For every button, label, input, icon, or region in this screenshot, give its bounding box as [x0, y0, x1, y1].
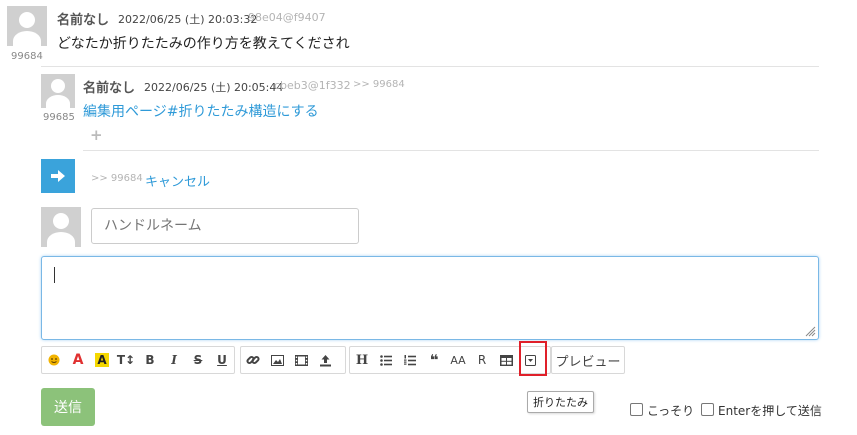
avatar	[41, 207, 81, 247]
avatar	[7, 6, 47, 46]
table-icon	[499, 354, 513, 366]
heading-icon: H	[355, 352, 369, 368]
link-icon	[246, 355, 260, 365]
italic-button[interactable]: I	[162, 347, 186, 373]
ruby-icon: R	[477, 353, 487, 367]
table-button[interactable]	[494, 347, 518, 373]
reply-arrow-button[interactable]	[41, 159, 75, 193]
toolbar-media-group	[240, 346, 346, 374]
aa-button[interactable]: AA	[446, 347, 470, 373]
text-color-icon: A	[72, 352, 84, 368]
enter-send-label: Enterを押して送信	[718, 404, 822, 418]
handle-name-input[interactable]	[91, 208, 359, 244]
reply-body-link[interactable]: 編集用ページ#折りたたみ構造にする	[83, 101, 319, 121]
tooltip: 折りたたみ	[527, 391, 594, 413]
add-icon[interactable]: +	[90, 126, 103, 144]
post-hash: 98e04@f9407	[248, 11, 326, 24]
send-button[interactable]: 送信	[41, 388, 95, 426]
image-button[interactable]	[265, 347, 289, 373]
bullet-list-icon	[380, 354, 392, 366]
upload-button[interactable]	[313, 347, 337, 373]
underline-button[interactable]: U	[210, 347, 234, 373]
checkbox-box[interactable]	[630, 403, 643, 416]
highlight-button[interactable]: A	[90, 347, 114, 373]
film-icon	[294, 354, 308, 366]
enter-send-checkbox[interactable]: Enterを押して送信	[701, 402, 822, 419]
quote-button[interactable]: ❝	[422, 347, 446, 373]
quote-icon: ❝	[429, 351, 439, 369]
divider	[41, 66, 819, 67]
numbered-list-icon	[404, 354, 416, 365]
stealth-label: こっそり	[647, 404, 695, 418]
text-cursor	[54, 267, 55, 283]
video-button[interactable]	[289, 347, 313, 373]
post-number: 99684	[11, 51, 43, 62]
bullet-list-button[interactable]	[374, 347, 398, 373]
resize-handle-icon[interactable]	[805, 326, 816, 337]
preview-button[interactable]: プレビュー	[551, 346, 625, 374]
smile-icon	[48, 354, 60, 366]
checkbox-box[interactable]	[701, 403, 714, 416]
link-button[interactable]	[241, 347, 265, 373]
italic-icon: I	[171, 353, 177, 367]
reply-ref-link[interactable]: >> 99684	[353, 79, 405, 90]
bold-button[interactable]: B	[138, 347, 162, 373]
highlight-icon: A	[95, 353, 109, 367]
post-datetime: 2022/06/25 (土) 20:03:32	[118, 13, 258, 26]
heading-button[interactable]: H	[350, 347, 374, 373]
send-label: 送信	[54, 400, 82, 416]
preview-label: プレビュー	[555, 354, 621, 370]
upload-icon	[319, 354, 331, 366]
text-color-button[interactable]: A	[66, 347, 90, 373]
strikethrough-button[interactable]: S	[186, 347, 210, 373]
reply-datetime: 2022/06/25 (土) 20:05:44	[144, 81, 284, 94]
underline-icon: U	[217, 353, 227, 367]
font-size-button[interactable]: T↕	[114, 347, 138, 373]
emoji-button[interactable]	[42, 347, 66, 373]
post-body: どなたか折りたたみの作り方を教えてくだされ	[57, 36, 350, 52]
comment-textarea[interactable]	[41, 256, 819, 340]
numbered-list-button[interactable]	[398, 347, 422, 373]
avatar	[41, 74, 75, 108]
fold-button-highlight	[519, 341, 547, 376]
image-icon	[270, 354, 284, 366]
divider	[83, 150, 819, 151]
toolbar-format-group: A A T↕ B I S U	[41, 346, 235, 374]
stealth-checkbox[interactable]: こっそり	[630, 402, 694, 419]
reply-number: 99685	[43, 112, 75, 123]
bold-icon: B	[145, 353, 155, 367]
post-author: 名前なし	[57, 13, 110, 28]
aa-icon: AA	[450, 353, 466, 367]
cancel-link[interactable]: キャンセル	[145, 171, 210, 190]
ruby-button[interactable]: R	[470, 347, 494, 373]
reply-author: 名前なし	[83, 81, 136, 96]
strikethrough-icon: S	[193, 353, 203, 367]
reply-hash: cbeb3@1f332	[274, 79, 351, 92]
font-size-icon: T↕	[116, 353, 136, 367]
arrow-right-icon	[51, 170, 65, 182]
reply-target-ref: >> 99684	[91, 173, 143, 184]
